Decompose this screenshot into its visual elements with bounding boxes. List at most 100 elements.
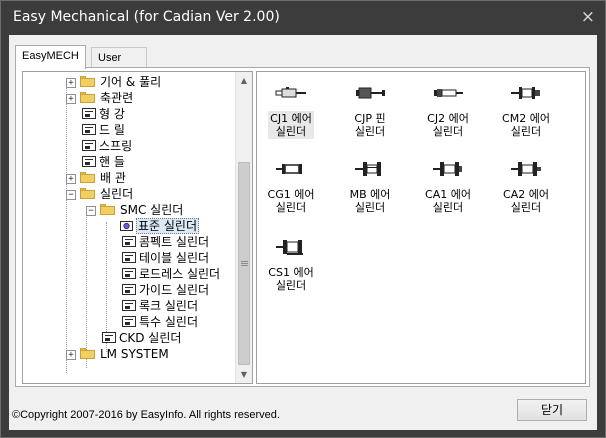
tree-item-label: 로드레스 실린더	[139, 267, 221, 281]
tab-panel: + 기어 & 풀리 + 축관련 형 강 드 릴 스프링 핸 들 + 배 관 − …	[15, 67, 590, 387]
tree-item-label: 록크 실린더	[139, 299, 199, 313]
tree-item-label: 콤펙트 실린더	[139, 235, 210, 249]
cylinder-item-cm2[interactable]: CM2 에어 실린더	[498, 84, 554, 139]
folder-icon	[80, 76, 96, 87]
item-label: CJ2 에어 실린더	[427, 112, 469, 138]
tree-item-steel-shape[interactable]: 형 강	[82, 106, 125, 122]
folder-open-icon	[80, 188, 96, 199]
expand-icon[interactable]: +	[66, 174, 76, 184]
close-button[interactable]: 닫기	[517, 399, 587, 421]
close-icon[interactable]: ×	[581, 7, 595, 27]
scroll-thumb[interactable]	[238, 162, 250, 365]
tie-rod-cylinder-icon	[433, 162, 462, 176]
tree-item-spring[interactable]: 스프링	[82, 138, 132, 154]
document-icon	[122, 300, 136, 311]
category-tree[interactable]: + 기어 & 풀리 + 축관련 형 강 드 릴 스프링 핸 들 + 배 관 − …	[22, 71, 253, 384]
tree-content: + 기어 & 풀리 + 축관련 형 강 드 릴 스프링 핸 들 + 배 관 − …	[23, 72, 234, 383]
collapse-icon[interactable]: −	[86, 206, 96, 216]
document-icon	[82, 124, 96, 135]
tree-item-label: 드 릴	[99, 123, 125, 137]
tie-rod-cylinder-icon	[355, 162, 381, 176]
document-icon	[102, 332, 116, 343]
tree-line	[66, 86, 67, 373]
folder-open-icon	[100, 204, 116, 215]
tree-item-guide-cylinder[interactable]: 가이드 실린더	[122, 282, 209, 298]
document-icon	[122, 268, 136, 279]
app-window: Easy Mechanical (for Cadian Ver 2.00) × …	[0, 0, 606, 438]
pin-cylinder-icon	[356, 87, 385, 99]
tie-rod-cylinder-icon	[511, 162, 541, 176]
dialog-body: EasyMECH User Program + 기어 & 풀리 +	[9, 35, 597, 430]
cylinder-item-ca2[interactable]: CA2 에어 실린더	[498, 160, 554, 215]
tree-item-cylinder[interactable]: − 실린더	[66, 186, 133, 202]
document-icon	[122, 252, 136, 263]
window-title: Easy Mechanical (for Cadian Ver 2.00)	[13, 9, 280, 25]
tree-item-table-cylinder[interactable]: 테이블 실린더	[122, 250, 209, 266]
tree-item-special-cylinder[interactable]: 특수 실린더	[122, 314, 198, 330]
item-label: CM2 에어 실린더	[502, 112, 550, 138]
cylinder-item-cg1[interactable]: CG1 에어 실린더	[263, 160, 319, 215]
expand-icon[interactable]: +	[66, 78, 76, 88]
cylinder-item-cj1[interactable]: CJ1 에어 실린더	[263, 84, 319, 139]
tree-item-compact-cylinder[interactable]: 콤펙트 실린더	[122, 234, 209, 250]
cylinder-item-cjp[interactable]: CJP 핀 실린더	[342, 84, 398, 139]
cylinder-icon-list: CJ1 에어 실린더 CJP 핀 실린더 CJ2 에어 실린더 CM2 에어 실…	[256, 71, 586, 384]
scroll-up-icon[interactable]: ▲	[236, 72, 252, 89]
tree-scrollbar[interactable]: ▲ ▼	[235, 72, 252, 383]
item-label: CJ1 에어 실린더	[268, 111, 314, 139]
title-bar[interactable]: Easy Mechanical (for Cadian Ver 2.00) ×	[1, 1, 605, 35]
tree-item-label: 특수 실린더	[139, 315, 199, 329]
tree-item-label: 가이드 실린더	[139, 283, 210, 297]
tree-item-ckd-cylinder[interactable]: CKD 실린더	[102, 330, 181, 346]
tie-rod-cylinder-icon	[276, 240, 303, 255]
tree-item-label: 스프링	[99, 139, 133, 153]
folder-icon	[80, 92, 96, 103]
folder-icon	[80, 348, 96, 359]
air-cylinder-icon	[275, 87, 306, 98]
cylinder-item-mb[interactable]: MB 에어 실린더	[342, 160, 398, 215]
tree-item-label: 축관련	[100, 91, 134, 105]
tree-item-label: SMC 실린더	[120, 203, 184, 217]
document-icon	[122, 316, 136, 327]
tree-item-label: LM SYSTEM	[100, 347, 169, 361]
tree-item-label: 핸 들	[99, 155, 125, 169]
tab-easymech[interactable]: EasyMECH	[15, 45, 86, 69]
expand-icon[interactable]: +	[66, 94, 76, 104]
tree-item-piping[interactable]: + 배 관	[66, 170, 126, 186]
tree-item-drill[interactable]: 드 릴	[82, 122, 125, 138]
document-icon	[82, 140, 96, 151]
tree-line	[86, 206, 87, 368]
document-icon	[82, 156, 96, 167]
tree-item-label: 형 강	[99, 107, 125, 121]
air-cylinder-icon	[276, 164, 302, 174]
tree-item-label: 테이블 실린더	[139, 251, 210, 265]
tree-item-label: 표준 실린더	[136, 218, 200, 234]
tree-item-handle[interactable]: 핸 들	[82, 154, 125, 170]
expand-icon[interactable]: +	[66, 350, 76, 360]
tree-item-standard-cylinder[interactable]: 표준 실린더	[120, 218, 200, 234]
tab-user-program[interactable]: User Program	[91, 47, 148, 85]
tree-item-smc-cylinder[interactable]: − SMC 실린더	[86, 202, 184, 218]
collapse-icon[interactable]: −	[66, 190, 76, 200]
tree-item-lock-cylinder[interactable]: 록크 실린더	[122, 298, 198, 314]
item-label: CJP 핀 실린더	[354, 112, 386, 138]
tree-item-gear-pulley[interactable]: + 기어 & 풀리	[66, 74, 162, 90]
document-icon	[82, 108, 96, 119]
item-label: CA2 에어 실린더	[503, 188, 549, 214]
air-cylinder-icon	[434, 89, 463, 97]
tree-item-label: 기어 & 풀리	[100, 75, 162, 89]
scroll-down-icon[interactable]: ▼	[236, 366, 252, 383]
cylinder-item-ca1[interactable]: CA1 에어 실린더	[420, 160, 476, 215]
air-cylinder-icon	[511, 87, 540, 99]
selected-item-icon	[120, 221, 133, 231]
tree-item-label: 배 관	[100, 171, 126, 185]
tree-item-lm-system[interactable]: + LM SYSTEM	[66, 346, 169, 362]
item-label: CG1 에어 실린더	[267, 188, 315, 214]
tree-item-rodless-cylinder[interactable]: 로드레스 실린더	[122, 266, 220, 282]
cylinder-item-cj2[interactable]: CJ2 에어 실린더	[420, 84, 476, 139]
tree-item-shaft[interactable]: + 축관련	[66, 90, 134, 106]
tree-item-label: CKD 실린더	[119, 331, 182, 345]
folder-icon	[80, 172, 96, 183]
cylinder-item-cs1[interactable]: CS1 에어 실린더	[263, 238, 319, 293]
document-icon	[122, 236, 136, 247]
